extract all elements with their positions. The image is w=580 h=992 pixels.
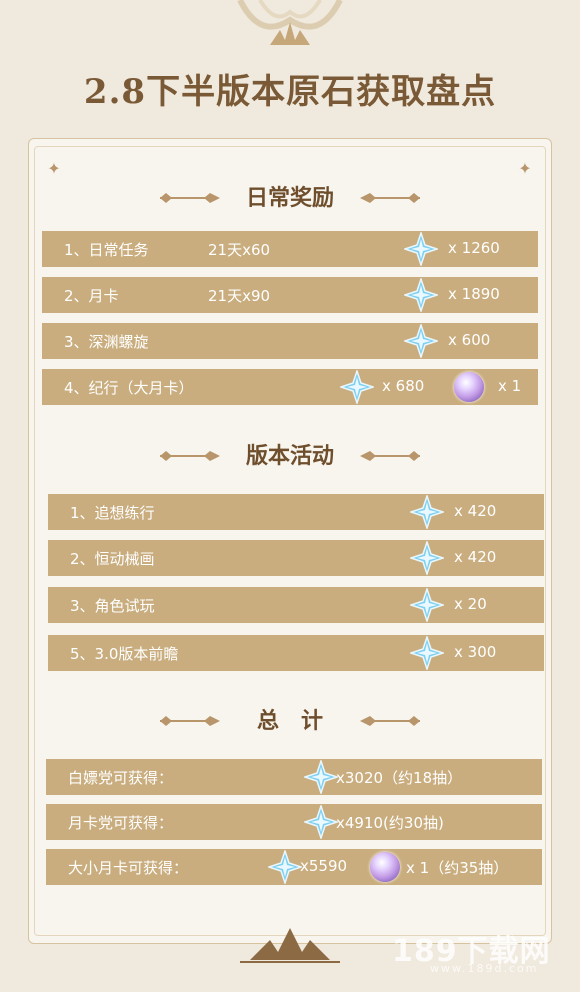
row-quantity: x 600 <box>448 331 491 349</box>
primogem-icon <box>268 850 302 884</box>
page-title: 2.8下半版本原石获取盘点 <box>83 72 497 112</box>
primogem-icon <box>410 588 444 622</box>
list-item: 3、角色试玩 x 20 <box>48 587 544 623</box>
list-item: 月卡党可获得： x4910(约30抽) <box>46 804 542 840</box>
row-label: 3、深渊螺旋 <box>64 333 149 351</box>
row-label: 2、月卡 <box>64 287 119 305</box>
list-item: 1、追想练行 x 420 <box>48 494 544 530</box>
row-quantity-secondary: x 1 <box>498 377 522 395</box>
row-label: 2、恒动械画 <box>70 550 155 568</box>
intertwined-fate-icon <box>454 372 484 402</box>
row-quantity: x 1890 <box>448 285 500 303</box>
row-quantity: x 20 <box>454 595 487 613</box>
primogem-icon <box>410 636 444 670</box>
right-ornament-icon <box>360 193 420 203</box>
row-label: 大小月卡可获得： <box>68 859 189 877</box>
primogem-icon <box>404 324 438 358</box>
primogem-icon <box>410 495 444 529</box>
row-quantity: x 1260 <box>448 239 500 257</box>
top-ornament <box>237 0 343 45</box>
list-item: 3、深渊螺旋 x 600 <box>42 323 538 359</box>
right-ornament-icon <box>360 716 420 726</box>
row-quantity: x4910(约30抽) <box>336 814 444 832</box>
list-item: 1、日常任务 21天x60 x 1260 <box>42 231 538 267</box>
section-title-events: 版本活动 <box>245 443 334 469</box>
row-quantity: x5590 <box>300 857 348 875</box>
primogem-icon <box>340 370 374 404</box>
row-quantity: x 420 <box>454 548 497 566</box>
row-label: 月卡党可获得： <box>68 814 174 832</box>
row-label: 4、纪行（大月卡） <box>64 379 194 397</box>
corner-star-icon: ✦ <box>518 159 532 178</box>
row-quantity: x 420 <box>454 502 497 520</box>
intertwined-fate-icon <box>370 852 400 882</box>
row-label: 白嫖党可获得： <box>68 769 174 787</box>
watermark-url: www.189d.com <box>430 962 539 975</box>
primogem-icon <box>404 232 438 266</box>
row-label: 5、3.0版本前瞻 <box>70 645 179 663</box>
row-label: 3、角色试玩 <box>70 597 155 615</box>
row-label: 1、追想练行 <box>70 504 155 522</box>
primogem-icon <box>410 541 444 575</box>
row-detail: 21天x90 <box>208 287 271 305</box>
row-label: 1、日常任务 <box>64 241 149 259</box>
primogem-icon <box>404 278 438 312</box>
bottom-ornament <box>240 928 340 963</box>
list-item: 白嫖党可获得： x3020（约18抽） <box>46 759 542 795</box>
row-detail: 21天x60 <box>208 241 271 259</box>
list-item: 4、纪行（大月卡） x 680 x 1 <box>42 369 538 405</box>
section-title-daily: 日常奖励 <box>245 185 334 211</box>
primogem-icon <box>304 760 338 794</box>
row-quantity: x3020（约18抽） <box>336 769 463 787</box>
row-quantity: x 300 <box>454 643 497 661</box>
list-item: 5、3.0版本前瞻 x 300 <box>48 635 544 671</box>
list-item: 2、月卡 21天x90 x 1890 <box>42 277 538 313</box>
right-ornament-icon <box>360 451 420 461</box>
primogem-icon <box>304 805 338 839</box>
list-item: 2、恒动械画 x 420 <box>48 540 544 576</box>
section-title-total: 总 计 <box>256 708 323 734</box>
corner-star-icon: ✦ <box>47 159 61 178</box>
list-item: 大小月卡可获得： x5590 x 1（约35抽） <box>46 849 542 885</box>
row-quantity-secondary: x 1（约35抽） <box>406 859 509 877</box>
row-quantity: x 680 <box>382 377 425 395</box>
